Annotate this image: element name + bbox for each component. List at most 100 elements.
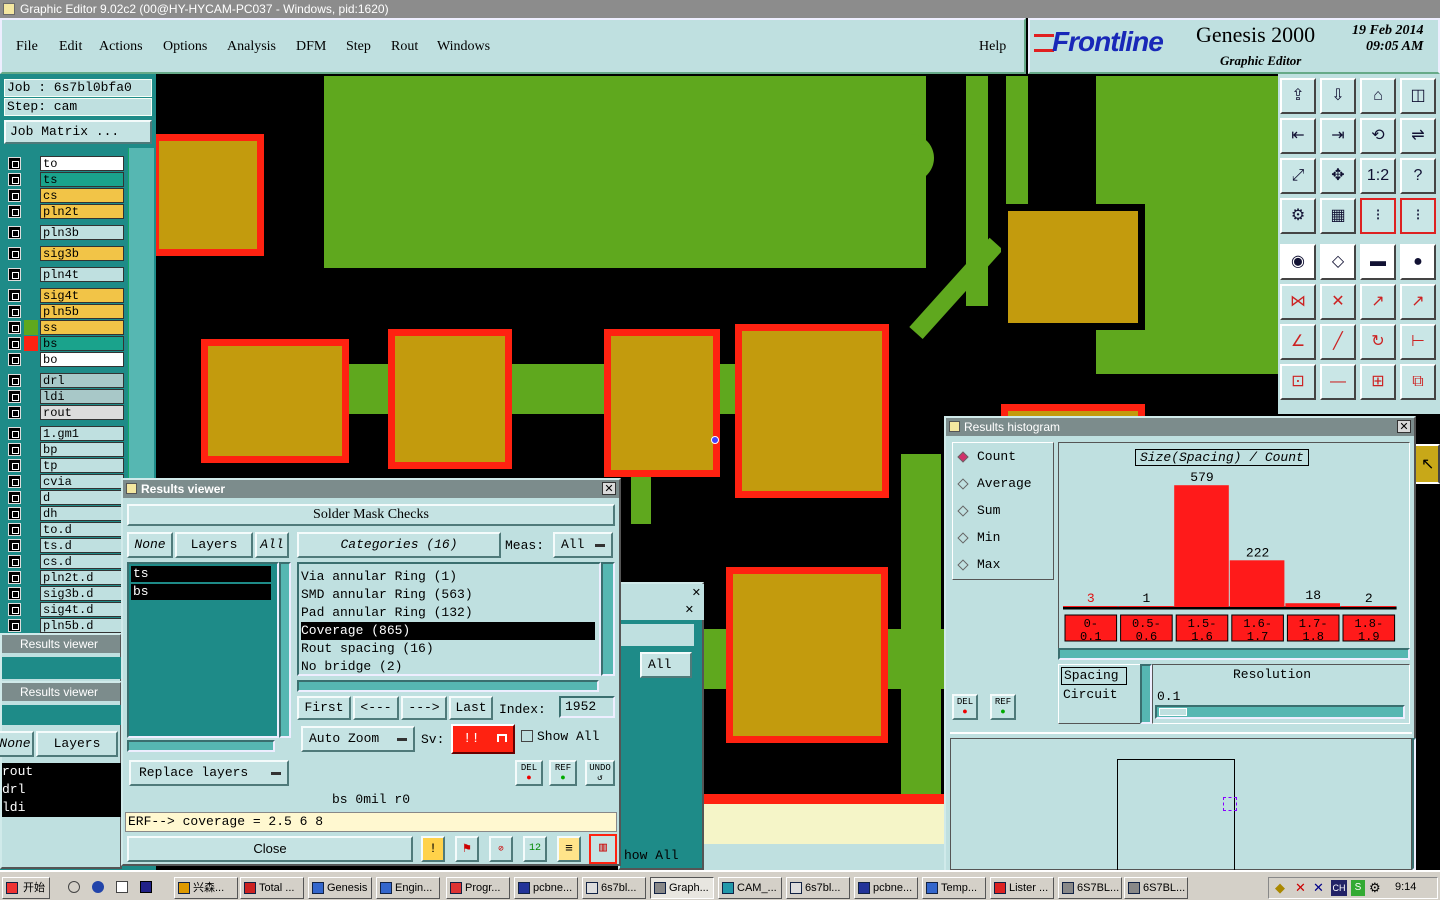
layer-checkbox[interactable] [8, 443, 21, 456]
category-item[interactable]: Pad annular Ring (132) [301, 604, 595, 622]
last-button[interactable]: Last [449, 696, 493, 720]
import-icon[interactable]: ⇤ [1280, 118, 1316, 154]
layer-row-cs[interactable]: cs [6, 188, 124, 203]
layer-checkbox[interactable] [8, 247, 21, 260]
move-icon[interactable]: ✥ [1320, 158, 1356, 194]
menu-step[interactable]: Step [346, 39, 371, 55]
bg-layers-button[interactable]: Layers [36, 731, 118, 757]
hist-del-button[interactable]: DEL ● [952, 694, 978, 720]
taskbar-item[interactable]: Graph... [650, 877, 714, 899]
pan-up-icon[interactable]: ⇪ [1280, 78, 1316, 114]
spacing-option[interactable]: Spacing [1061, 667, 1127, 685]
scale-icon[interactable]: 1:2 [1360, 158, 1396, 194]
layer-row-sig3b-d[interactable]: sig3b.d [6, 586, 124, 601]
poly-icon[interactable]: ◇ [1320, 244, 1356, 280]
layer-row-1-gm1[interactable]: 1.gm1 [6, 426, 124, 441]
bg-layer-item[interactable]: ldi [2, 799, 25, 817]
layer-row-bo[interactable]: bo [6, 352, 124, 367]
layer-row-rout[interactable]: rout [6, 405, 124, 420]
layer-row-d[interactable]: d [6, 490, 124, 505]
alert-tool-icon[interactable]: ! [421, 836, 445, 862]
number-tool-icon[interactable]: 12 [523, 836, 547, 862]
layer-row-bs[interactable]: bs [6, 336, 124, 351]
ref-tool-icon[interactable]: ⊘ [489, 836, 513, 862]
histogram-hscrollbar[interactable] [1058, 648, 1410, 660]
category-item[interactable]: No bridge (2) [301, 658, 595, 676]
taskbar-item[interactable]: Genesis [308, 877, 372, 899]
layer-row-pln2t-d[interactable]: pln2t.d [6, 570, 124, 585]
rotate-icon[interactable]: ⟲ [1360, 118, 1396, 154]
layer-row-bp[interactable]: bp [6, 442, 124, 457]
line-a-icon[interactable]: ↗ [1360, 284, 1396, 320]
layer-checkbox[interactable] [8, 539, 21, 552]
layer-row-pln4t[interactable]: pln4t [6, 267, 124, 282]
layer-checkbox[interactable] [8, 353, 21, 366]
settings-icon[interactable]: ⚙ [1280, 198, 1316, 234]
desktop-icon[interactable] [116, 881, 128, 893]
taskbar-item[interactable]: CAM_... [718, 877, 782, 899]
layer-checkbox[interactable] [8, 289, 21, 302]
layer-item-bs[interactable]: bs [131, 584, 271, 600]
tray-icon[interactable]: ✕ [1313, 880, 1324, 896]
layer-checkbox[interactable] [8, 157, 21, 170]
layer-checkbox[interactable] [8, 427, 21, 440]
size-type-scrollbar[interactable] [1140, 664, 1152, 724]
histogram-bar[interactable] [1174, 485, 1229, 607]
layer-checkbox[interactable] [8, 603, 21, 616]
layer-row-sig4t-d[interactable]: sig4t.d [6, 602, 124, 617]
clock-app-icon[interactable] [68, 881, 80, 893]
taskbar-item[interactable]: pcbne... [854, 877, 918, 899]
layer-row-to[interactable]: to [6, 156, 124, 171]
prev-button[interactable]: <--- [353, 696, 399, 720]
layer-checkbox[interactable] [8, 226, 21, 239]
layer-checkbox[interactable] [8, 571, 21, 584]
layer-checkbox[interactable] [8, 321, 21, 334]
layer-checkbox[interactable] [8, 305, 21, 318]
measure-icon[interactable]: ▬ [1360, 244, 1396, 280]
layer-checkbox[interactable] [8, 268, 21, 281]
layer-row-sig3b[interactable]: sig3b [6, 246, 124, 261]
histogram-bar[interactable] [1118, 606, 1174, 607]
layer-row-ts-d[interactable]: ts.d [6, 538, 124, 553]
resolution-slider[interactable] [1155, 705, 1405, 719]
layer-row-drl[interactable]: drl [6, 373, 124, 388]
layer-row-cvia[interactable]: cvia [6, 474, 124, 489]
taskbar-item[interactable]: 兴森... [174, 877, 238, 899]
layer-checkbox[interactable] [8, 491, 21, 504]
layer-checkbox[interactable] [8, 337, 21, 350]
grid-icon[interactable]: ▦ [1320, 198, 1356, 234]
layer-row-ldi[interactable]: ldi [6, 389, 124, 404]
layer-checkbox[interactable] [8, 173, 21, 186]
arc-icon[interactable]: ↻ [1360, 324, 1396, 360]
layer-row-to-d[interactable]: to.d [6, 522, 124, 537]
show-all-checkbox[interactable] [521, 730, 533, 742]
categories-scrollbar[interactable] [601, 562, 615, 676]
meas-dropdown[interactable]: All [553, 532, 613, 558]
tray-icon[interactable]: ✕ [1295, 880, 1306, 896]
taskbar-item[interactable]: Lister ... [990, 877, 1054, 899]
taskbar-item[interactable]: 6S7BL... [1058, 877, 1122, 899]
language-indicator[interactable]: CH [1331, 880, 1347, 896]
ref-button[interactable]: REF ● [549, 760, 577, 786]
copy-icon[interactable]: ⧉ [1400, 364, 1436, 400]
layer-row-sig4t[interactable]: sig4t [6, 288, 124, 303]
layer-checkbox[interactable] [8, 587, 21, 600]
browser-icon[interactable] [92, 881, 104, 893]
layer-checkbox[interactable] [8, 523, 21, 536]
bracket-icon[interactable]: ⊢ [1400, 324, 1436, 360]
histogram-bar[interactable] [1341, 606, 1396, 607]
menu-analysis[interactable]: Analysis [227, 39, 276, 55]
close-icon[interactable]: ✕ [602, 482, 616, 495]
layer-checkbox[interactable] [8, 459, 21, 472]
flip-icon[interactable]: ⇌ [1400, 118, 1436, 154]
layer-checkbox[interactable] [8, 507, 21, 520]
taskbar-item[interactable]: Temp... [922, 877, 986, 899]
taskbar-item[interactable]: Engin... [376, 877, 440, 899]
menu-rout[interactable]: Rout [391, 39, 418, 55]
category-item[interactable]: SMD annular Ring (563) [301, 586, 595, 604]
network-icon[interactable]: ⚙ [1369, 880, 1381, 896]
taskbar-item[interactable]: 6S7BL... [1124, 877, 1188, 899]
slash-icon[interactable]: ╱ [1320, 324, 1356, 360]
category-item[interactable]: Via annular Ring (1) [301, 568, 595, 586]
menu-edit[interactable]: Edit [59, 39, 82, 55]
